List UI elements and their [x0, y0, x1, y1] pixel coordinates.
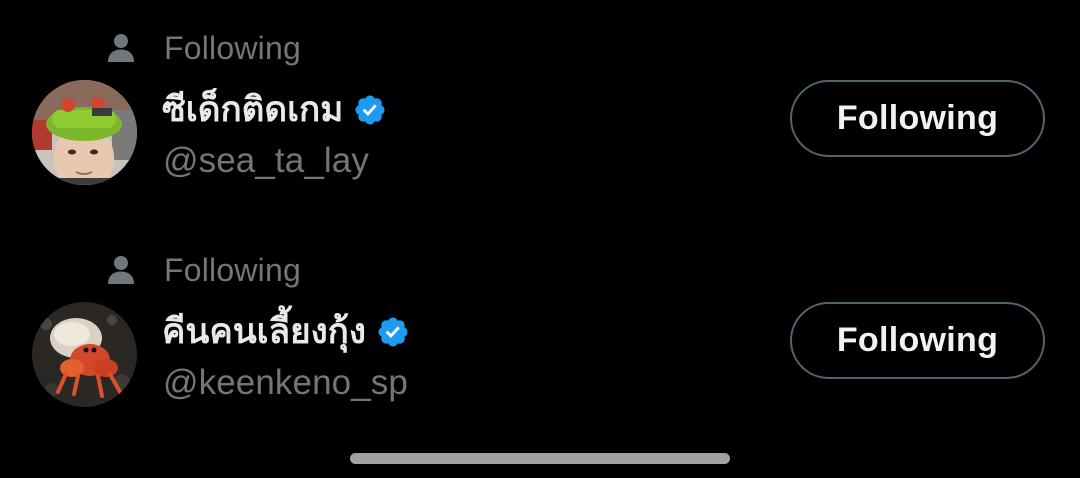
user-handle[interactable]: @keenkeno_sp: [163, 360, 408, 406]
person-icon: [108, 255, 134, 285]
home-indicator[interactable]: [350, 453, 730, 464]
name-row[interactable]: ซีเด็กติดเกม: [162, 86, 387, 134]
avatar-hermit-crab-icon: [32, 302, 137, 407]
avatar[interactable]: [32, 80, 137, 185]
avatar-green-hat-icon: [32, 80, 137, 185]
context-label: Following: [164, 252, 301, 288]
social-context: Following: [108, 250, 301, 290]
avatar[interactable]: [32, 302, 137, 407]
name-row[interactable]: คีนคนเลี้ยงกุ้ง: [162, 308, 410, 356]
social-context: Following: [108, 28, 301, 68]
display-name[interactable]: คีนคนเลี้ยงกุ้ง: [162, 308, 366, 356]
person-icon: [108, 33, 134, 63]
context-label: Following: [164, 30, 301, 66]
following-button[interactable]: Following: [790, 302, 1045, 379]
following-button-label: Following: [836, 99, 999, 137]
user-cell[interactable]: Following คีนคนเลี้ยงกุ้ง @keenkeno_sp F…: [0, 222, 1080, 444]
verified-badge-icon: [378, 317, 408, 347]
following-button-label: Following: [836, 321, 999, 359]
verified-badge-icon: [355, 95, 385, 125]
following-button[interactable]: Following: [790, 80, 1045, 157]
user-handle[interactable]: @sea_ta_lay: [163, 138, 369, 184]
user-cell[interactable]: Following ซีเด็กติดเกม @sea_ta_lay Follo…: [0, 0, 1080, 222]
display-name[interactable]: ซีเด็กติดเกม: [162, 86, 343, 134]
